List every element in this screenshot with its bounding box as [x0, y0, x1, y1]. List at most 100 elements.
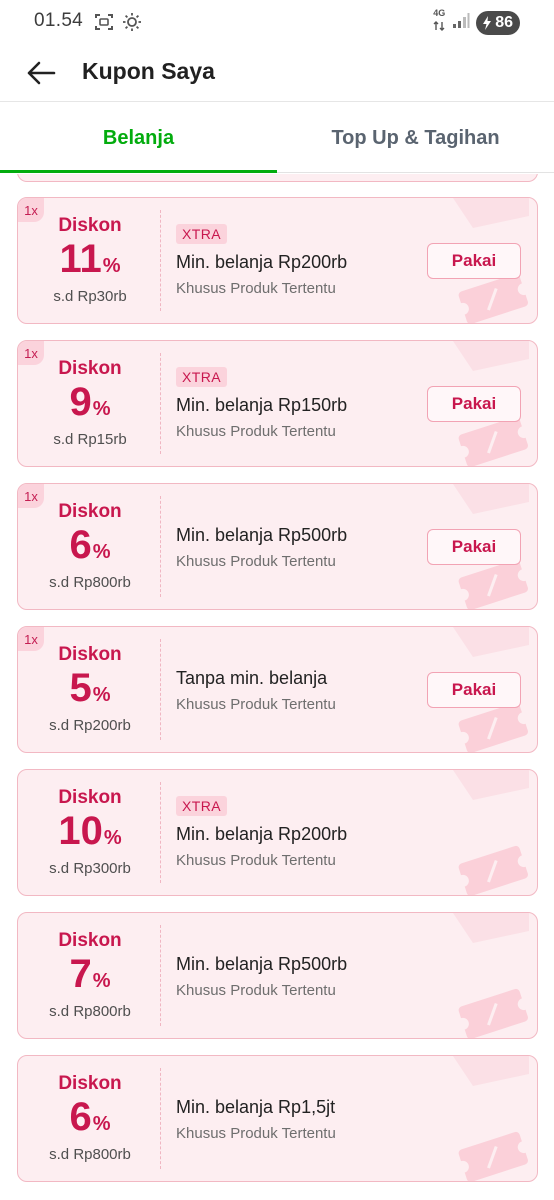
coupon-card[interactable]: 1x Diskon 9 % s.d Rp15rb XTRA Min. belanj… — [17, 340, 538, 467]
discount-label: Diskon — [58, 215, 122, 236]
use-coupon-button[interactable]: Pakai — [427, 529, 521, 565]
min-purchase-text: Tanpa min. belanja — [176, 667, 328, 688]
dashed-divider — [160, 639, 161, 740]
active-tab-indicator — [0, 170, 277, 173]
coupon-list[interactable]: 1x Diskon 11 % s.d Rp30rb XTRA Min. belan… — [0, 174, 554, 1200]
coupon-card[interactable]: 1x Diskon 11 % s.d Rp30rb XTRA Min. belan… — [17, 197, 538, 324]
status-time: 01.54 — [34, 10, 84, 31]
coupon-info: Min. belanja Rp500rb Khusus Produk Terte… — [176, 484, 416, 609]
discount-unit: % — [103, 827, 122, 849]
discount-cap: s.d Rp800rb — [49, 1146, 131, 1163]
use-coupon-button[interactable]: Pakai — [427, 243, 521, 279]
discount-label: Diskon — [58, 501, 122, 522]
scope-text: Khusus Produk Tertentu — [176, 851, 336, 869]
discount-cap: s.d Rp300rb — [49, 860, 131, 877]
discount-label: Diskon — [58, 1073, 122, 1094]
battery-indicator: 86 — [476, 10, 520, 35]
coupon-card[interactable]: Diskon 10 % s.d Rp300rb XTRA Min. belanja… — [17, 769, 538, 896]
discount-cap: s.d Rp15rb — [53, 431, 127, 448]
coupon-info: XTRA Min. belanja Rp200rb Khusus Produk T… — [176, 198, 416, 323]
discount-column: Diskon 9 % s.d Rp15rb — [28, 341, 152, 466]
scope-text: Khusus Produk Tertentu — [176, 552, 336, 570]
discount-column: Diskon 6 % s.d Rp800rb — [28, 484, 152, 609]
coupon-info: Min. belanja Rp500rb Khusus Produk Terte… — [176, 913, 416, 1038]
discount-value: 6 % — [69, 1095, 110, 1146]
dashed-divider — [160, 496, 161, 597]
coupon-card[interactable]: 1x Diskon 5 % s.d Rp200rb Tanpa min. bel… — [17, 626, 538, 753]
discount-value: 5 % — [69, 666, 110, 717]
discount-column: Diskon 6 % s.d Rp800rb — [28, 1056, 152, 1181]
discount-cap: s.d Rp800rb — [49, 1003, 131, 1020]
discount-unit: % — [102, 255, 121, 277]
min-purchase-text: Min. belanja Rp1,5jt — [176, 1096, 336, 1117]
screenshot-icon — [94, 13, 114, 36]
scope-text: Khusus Produk Tertentu — [176, 279, 336, 297]
coupon-card-partial[interactable] — [17, 174, 538, 182]
discount-number: 6 — [69, 1095, 92, 1139]
discount-label: Diskon — [58, 787, 122, 808]
discount-cap: s.d Rp30rb — [53, 288, 127, 305]
coupon-info: Min. belanja Rp1,5jt Khusus Produk Terte… — [176, 1056, 416, 1181]
discount-unit: % — [92, 398, 111, 420]
status-system-icons: 4G 86 — [432, 9, 520, 36]
discount-number: 10 — [58, 809, 103, 853]
discount-number: 11 — [59, 237, 102, 281]
app-header: Kupon Saya — [0, 44, 554, 102]
coupon-info: XTRA Min. belanja Rp200rb Khusus Produk T… — [176, 770, 416, 895]
network-indicator: 4G — [432, 9, 446, 36]
xtra-tag: XTRA — [176, 223, 227, 244]
status-bar: 01.54 4G 86 — [0, 0, 554, 44]
tab-bar: Belanja Top Up & Tagihan — [0, 103, 554, 173]
coupon-card[interactable]: Diskon 6 % s.d Rp800rb Min. belanja Rp1,… — [17, 1055, 538, 1182]
discount-label: Diskon — [58, 358, 122, 379]
discount-column: Diskon 5 % s.d Rp200rb — [28, 627, 152, 752]
coupon-card[interactable]: 1x Diskon 6 % s.d Rp800rb Min. belanja R… — [17, 483, 538, 610]
scope-text: Khusus Produk Tertentu — [176, 1124, 336, 1142]
discount-label: Diskon — [58, 644, 122, 665]
tab-belanja[interactable]: Belanja — [0, 103, 277, 173]
discount-number: 9 — [69, 380, 92, 424]
arrow-left-icon — [27, 61, 56, 85]
discount-number: 5 — [69, 666, 92, 710]
scope-text: Khusus Produk Tertentu — [176, 695, 336, 713]
discount-column: Diskon 10 % s.d Rp300rb — [28, 770, 152, 895]
discount-value: 7 % — [69, 952, 110, 1003]
coupon-card[interactable]: Diskon 7 % s.d Rp800rb Min. belanja Rp50… — [17, 912, 538, 1039]
dashed-divider — [160, 210, 161, 311]
discount-value: 10 % — [58, 809, 121, 860]
discount-label: Diskon — [58, 930, 122, 951]
min-purchase-text: Min. belanja Rp150rb — [176, 394, 348, 415]
coupon-info: Tanpa min. belanja Khusus Produk Tertent… — [176, 627, 416, 752]
signal-icon — [452, 11, 470, 34]
discount-value: 6 % — [69, 523, 110, 574]
dashed-divider — [160, 1068, 161, 1169]
battery-level: 86 — [495, 13, 513, 31]
ticket-decoration-icon — [453, 770, 529, 895]
xtra-tag: XTRA — [176, 795, 227, 816]
discount-cap: s.d Rp800rb — [49, 574, 131, 591]
min-purchase-text: Min. belanja Rp200rb — [176, 251, 348, 272]
dashed-divider — [160, 353, 161, 454]
discount-column: Diskon 7 % s.d Rp800rb — [28, 913, 152, 1038]
coupon-info: XTRA Min. belanja Rp150rb Khusus Produk T… — [176, 341, 416, 466]
ticket-decoration-icon — [453, 913, 529, 1038]
page-title: Kupon Saya — [82, 58, 215, 84]
dashed-divider — [160, 782, 161, 883]
status-notification-icons — [94, 12, 142, 37]
back-button[interactable] — [24, 56, 58, 90]
data-transfer-icon — [433, 21, 445, 31]
discount-number: 6 — [69, 523, 92, 567]
discount-unit: % — [92, 970, 111, 992]
min-purchase-text: Min. belanja Rp500rb — [176, 953, 348, 974]
dashed-divider — [160, 925, 161, 1026]
discount-cap: s.d Rp200rb — [49, 717, 131, 734]
tab-top-up-tagihan[interactable]: Top Up & Tagihan — [277, 103, 554, 173]
discount-value: 11 % — [59, 237, 120, 288]
discount-number: 7 — [69, 952, 92, 996]
scope-text: Khusus Produk Tertentu — [176, 422, 336, 440]
scope-text: Khusus Produk Tertentu — [176, 981, 336, 999]
discount-value: 9 % — [69, 380, 110, 431]
min-purchase-text: Min. belanja Rp500rb — [176, 524, 348, 545]
use-coupon-button[interactable]: Pakai — [427, 386, 521, 422]
use-coupon-button[interactable]: Pakai — [427, 672, 521, 708]
